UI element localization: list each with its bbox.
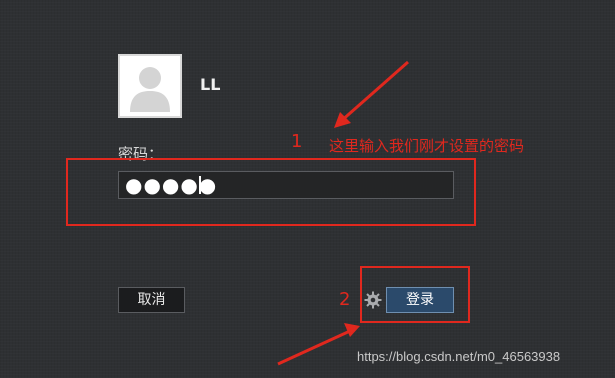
arrow-1-icon <box>334 60 409 128</box>
annotation-arrows <box>277 60 409 366</box>
arrow-2-icon <box>277 323 360 366</box>
watermark-text: https://blog.csdn.net/m0_46563938 <box>357 349 561 364</box>
